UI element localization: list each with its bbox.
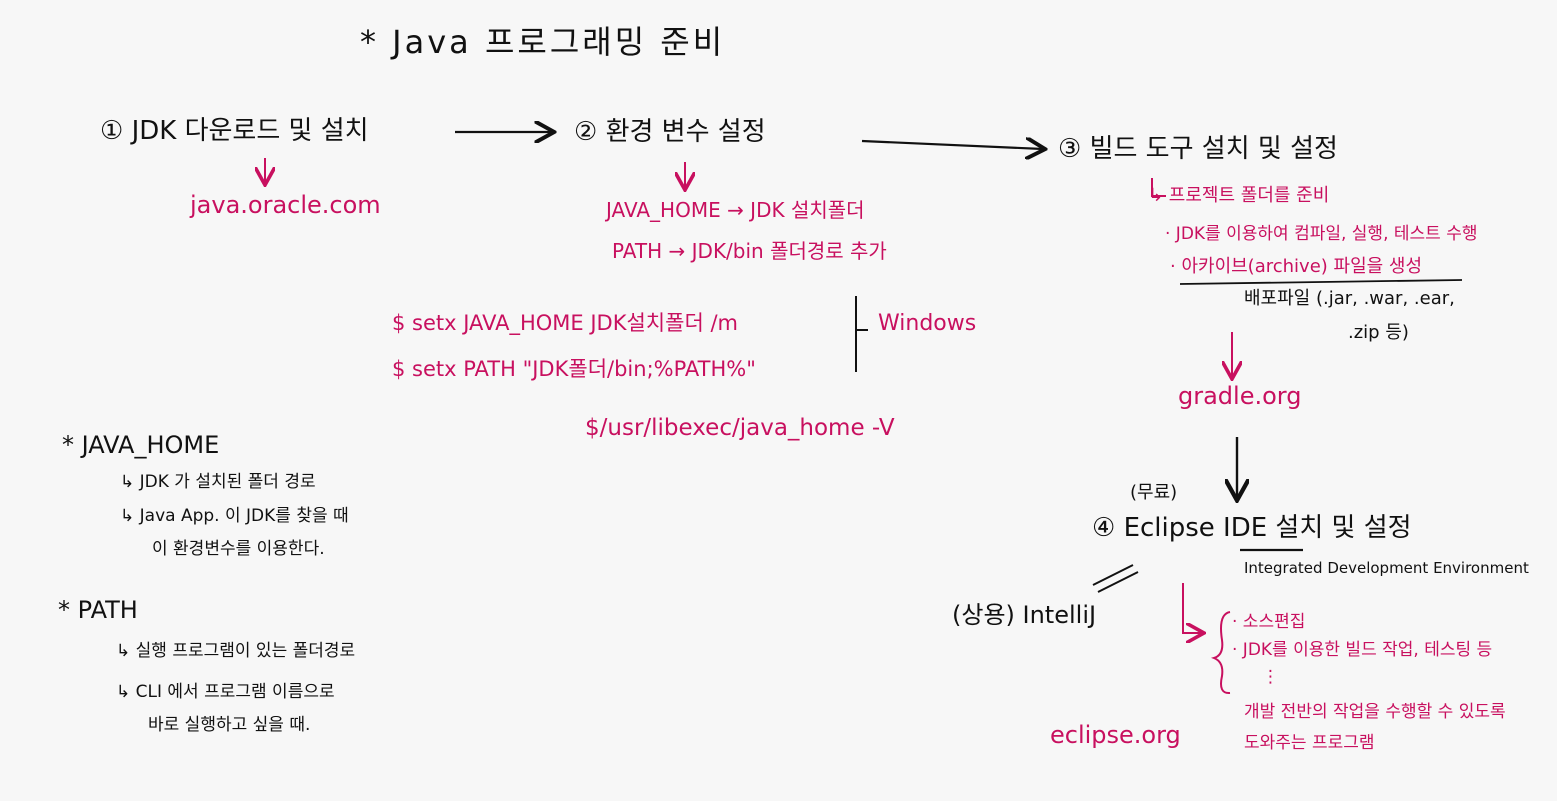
windows-label: Windows <box>878 311 977 336</box>
step4-bullet-build: · JDK를 이용한 빌드 작업, 테스팅 등 <box>1232 640 1493 660</box>
step4-label: ④ Eclipse IDE 설치 및 설정 <box>1092 513 1412 543</box>
step3-link-gradle: gradle.org <box>1178 382 1302 410</box>
step3-sub-compile: · JDK를 이용하여 컴파일, 실행, 테스트 수행 <box>1165 224 1478 244</box>
step1-label: ① JDK 다운로드 및 설치 <box>100 116 369 146</box>
step4-bullet-ellipsis: ⋮ <box>1262 667 1279 687</box>
note-path-1: ↳ 실행 프로그램이 있는 폴더경로 <box>116 641 356 661</box>
step3-sub-archive: · 아카이브(archive) 파일을 생성 <box>1170 256 1423 277</box>
cmd-setx-path: $ setx PATH "JDK폴더/bin;%PATH%" <box>392 357 756 381</box>
cmd-java-home-mac: $/usr/libexec/java_home -V <box>585 415 895 441</box>
step4-free-label: (무료) <box>1130 482 1178 503</box>
note-java-home-1: ↳ JDK 가 설치된 폴더 경로 <box>120 472 316 492</box>
bullets-brace <box>1210 611 1231 695</box>
step2-java-home: JAVA_HOME → JDK 설치폴더 <box>606 198 865 222</box>
step4-summary-1: 개발 전반의 작업을 수행할 수 있도록 <box>1244 702 1506 722</box>
note-java-home-2: ↳ Java App. 이 JDK를 찾을 때 <box>120 506 349 526</box>
note-java-home-3: 이 환경변수를 이용한다. <box>152 539 325 559</box>
note-path-3: 바로 실행하고 싶을 때. <box>148 715 311 735</box>
step4-intellij: (상용) IntelliJ <box>952 601 1097 629</box>
cmd-setx-java-home: $ setx JAVA_HOME JDK설치폴더 /m <box>392 311 738 335</box>
windows-brace <box>855 296 868 372</box>
note-java-home-title: * JAVA_HOME <box>62 431 220 459</box>
archive-underline <box>1179 279 1463 285</box>
note-path-title: * PATH <box>58 596 138 624</box>
step4-bullet-source: · 소스편집 <box>1232 612 1306 632</box>
step2-path: PATH → JDK/bin 폴더경로 추가 <box>612 239 887 263</box>
intellij-link-1 <box>1092 564 1134 586</box>
step4-ide-full: Integrated Development Environment <box>1244 559 1529 577</box>
arrow-step2-to-step3 <box>861 141 1043 149</box>
step3-label: ③ 빌드 도구 설치 및 설정 <box>1058 134 1338 164</box>
step3-sub-deploy: 배포파일 (.jar, .war, .ear, <box>1244 288 1455 309</box>
step1-link: java.oracle.com <box>190 191 381 219</box>
page-title: * Java 프로그래밍 준비 <box>360 23 726 61</box>
step4-link-eclipse: eclipse.org <box>1050 721 1181 749</box>
step3-sub-project: ↳ 프로젝트 폴더를 준비 <box>1148 185 1330 206</box>
note-path-2: ↳ CLI 에서 프로그램 이름으로 <box>116 682 335 702</box>
intellij-link-2 <box>1097 571 1139 593</box>
step4-summary-2: 도와주는 프로그램 <box>1244 733 1375 753</box>
step2-label: ② 환경 변수 설정 <box>574 117 766 147</box>
step4-hook <box>1182 583 1202 633</box>
step3-sub-zip: .zip 등) <box>1348 322 1409 343</box>
